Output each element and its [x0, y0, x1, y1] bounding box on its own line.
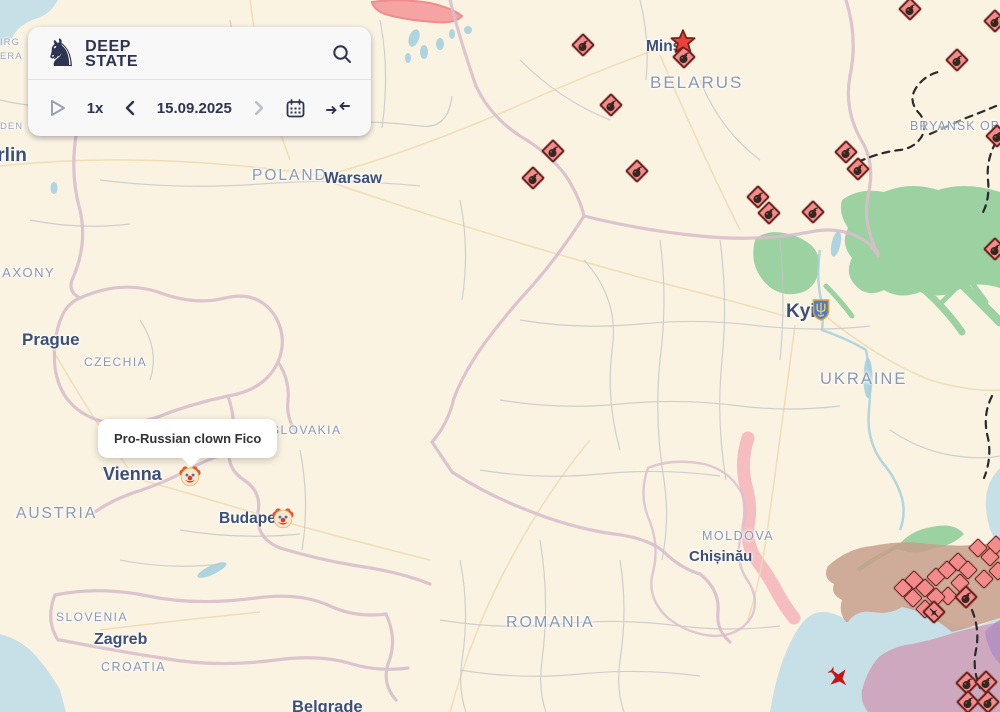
timeline-controls: 1x 15.09.2025 — [28, 79, 371, 136]
bomb-icon — [752, 191, 764, 203]
collapse-arrows-icon — [326, 99, 350, 117]
bomb-icon — [852, 163, 864, 175]
map-app: POLANDBELARUSUKRAINEROMANIAAUSTRIACZECHI… — [0, 0, 1000, 712]
bomb-icon — [980, 676, 992, 688]
clown-marker[interactable] — [272, 507, 295, 530]
chevron-left-icon — [123, 99, 137, 117]
bomb-icon — [951, 54, 963, 66]
clown-icon — [179, 465, 202, 488]
prev-day-button[interactable] — [123, 99, 137, 117]
soviet-star-icon — [670, 29, 697, 56]
search-icon — [331, 43, 353, 65]
no-aviation-icon — [928, 606, 940, 618]
clown-marker[interactable] — [179, 465, 202, 488]
header-panel: ♞ DEEP STATE 1x — [28, 27, 371, 136]
bomb-icon — [631, 165, 643, 177]
bomb-icon — [962, 696, 974, 708]
next-day-button[interactable] — [252, 99, 266, 117]
brand-row: ♞ DEEP STATE — [28, 27, 371, 79]
calendar-button[interactable] — [285, 98, 306, 119]
victory-star-marker[interactable] — [670, 29, 697, 56]
playback-speed[interactable]: 1x — [87, 101, 104, 116]
bomb-icon — [989, 15, 1000, 27]
tooltip-text: Pro-Russian clown Fico — [114, 431, 261, 446]
collapse-timeline-button[interactable] — [326, 99, 350, 117]
bomb-icon — [605, 99, 617, 111]
downed-plane-icon — [823, 662, 853, 692]
knight-logo-icon: ♞ — [44, 36, 78, 70]
bomb-icon — [991, 130, 1000, 142]
clown-icon — [272, 507, 295, 530]
bomb-icon — [527, 172, 539, 184]
current-date[interactable]: 15.09.2025 — [157, 101, 232, 116]
bomb-icon — [904, 3, 916, 15]
bomb-icon — [982, 696, 994, 708]
kyiv-trident-marker[interactable] — [812, 299, 831, 322]
bomb-icon — [547, 145, 559, 157]
bomb-icon — [577, 39, 589, 51]
search-button[interactable] — [331, 43, 353, 65]
brand-title: DEEP STATE — [85, 39, 138, 69]
bomb-icon — [960, 591, 972, 603]
marker-tooltip: Pro-Russian clown Fico — [98, 419, 277, 458]
bomb-icon — [763, 207, 775, 219]
bomb-icon — [807, 206, 819, 218]
bomb-icon — [840, 146, 852, 158]
calendar-icon — [285, 98, 306, 119]
bomb-icon — [989, 243, 1000, 255]
chevron-right-icon — [252, 99, 266, 117]
ukraine-trident-icon — [812, 299, 831, 322]
bomb-icon — [961, 677, 973, 689]
downed-plane-marker[interactable] — [823, 662, 853, 692]
play-button[interactable] — [49, 98, 67, 118]
play-icon — [49, 98, 67, 118]
